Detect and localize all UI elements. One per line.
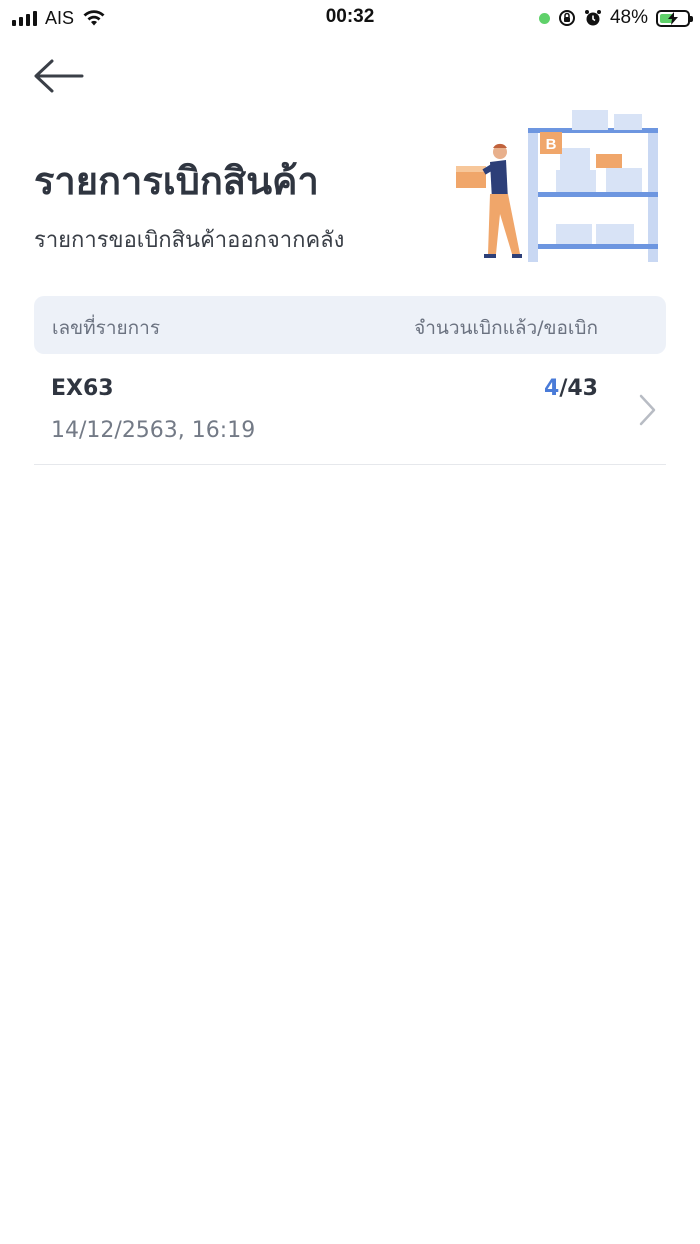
page-title: รายการเบิกสินค้า bbox=[34, 159, 319, 203]
page-subtitle: รายการขอเบิกสินค้าออกจากคลัง bbox=[34, 228, 345, 253]
arrow-left-icon bbox=[34, 59, 84, 93]
svg-text:B: B bbox=[546, 136, 557, 153]
table-header: เลขที่รายการ จำนวนเบิกแล้ว/ขอเบิก bbox=[34, 296, 666, 354]
status-right: 48% bbox=[538, 6, 693, 30]
column-header-number: เลขที่รายการ bbox=[52, 317, 161, 339]
battery-charging-icon bbox=[656, 9, 693, 27]
chevron-right-icon bbox=[639, 394, 656, 426]
alarm-icon bbox=[584, 10, 601, 26]
row-quantity: 4/43 bbox=[544, 376, 598, 401]
row-datetime: 14/12/2563, 16:19 bbox=[51, 418, 256, 443]
warehouse-illustration: B bbox=[456, 110, 658, 262]
rotation-lock-icon bbox=[558, 10, 575, 26]
status-bar: AIS 00:32 48% bbox=[0, 0, 700, 36]
withdrawn-count: 4 bbox=[544, 376, 560, 401]
back-button[interactable] bbox=[32, 56, 88, 96]
column-header-quantity: จำนวนเบิกแล้ว/ขอเบิก bbox=[414, 317, 598, 339]
requested-count: 43 bbox=[567, 376, 598, 401]
green-dot-indicator bbox=[538, 12, 550, 24]
table-row[interactable]: EX63 14/12/2563, 16:19 4/43 bbox=[34, 360, 666, 465]
battery-percent: 48% bbox=[609, 7, 648, 28]
row-id: EX63 bbox=[51, 376, 114, 401]
